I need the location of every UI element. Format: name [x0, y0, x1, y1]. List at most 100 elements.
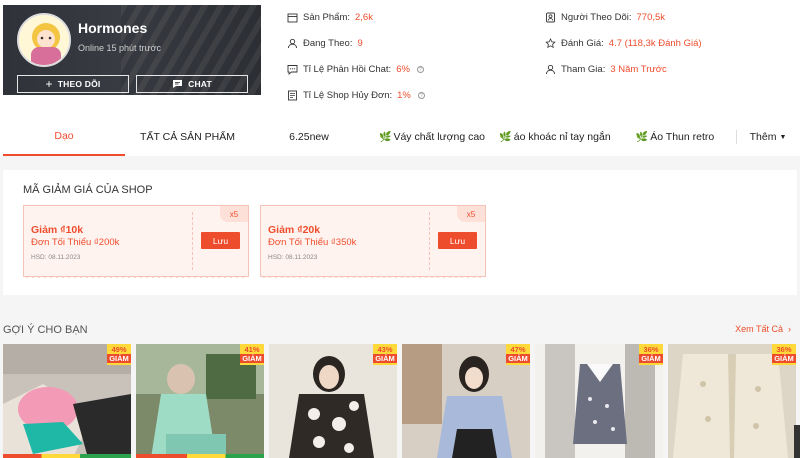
leaf-icon: 🌿 — [379, 131, 392, 143]
discount-badge: 36% GIẢM — [772, 344, 796, 365]
tab-label: TẤT CẢ SẢN PHẨM — [140, 131, 235, 143]
stat-products: Sản Phẩm: 2,6k — [287, 12, 373, 23]
tab-label: 6.25new — [289, 131, 329, 143]
tab-vay-chat-luong-cao[interactable]: 🌿 Váy chất lượng cao — [368, 118, 496, 156]
tab-more[interactable]: Thêm ▼ — [740, 118, 796, 156]
product-card[interactable]: 43% GIẢM — [269, 344, 397, 458]
tab-label: Váy chất lượng cao — [393, 131, 485, 143]
chat-label: CHAT — [188, 79, 212, 89]
plus-icon: + — [45, 77, 53, 91]
see-all-link[interactable]: Xem Tất Cả › — [735, 324, 791, 334]
discount-word: GIẢM — [772, 354, 796, 363]
stat-cancel-rate-value: 1% — [397, 90, 411, 101]
voucher-card: Giảm ₫10k Đơn Tối Thiểu ₫200k HSD: 08.11… — [23, 205, 249, 281]
avatar-illustration — [19, 15, 69, 65]
help-icon[interactable]: ? — [416, 66, 424, 73]
tab-divider — [736, 130, 737, 144]
tab-ao-thun-retro[interactable]: 🌿 Áo Thun retro — [614, 118, 736, 156]
user-icon — [546, 64, 555, 75]
stat-chat-response-value: 6% — [396, 64, 410, 75]
stat-cancel-rate-label: Tỉ Lệ Shop Hủy Đơn: — [303, 90, 393, 101]
discount-word: GIẢM — [506, 354, 530, 363]
product-card[interactable]: 41% GIẢM — [136, 344, 264, 458]
promo-strip — [136, 454, 264, 458]
chat-bubble-icon — [287, 65, 298, 75]
stat-followers: Người Theo Dõi: 770,5k — [545, 12, 665, 23]
product-card[interactable]: 36% GIẢM — [535, 344, 663, 458]
tab-dao[interactable]: Dạo — [3, 118, 125, 156]
stat-joined: Tham Gia: 3 Năm Trước — [545, 64, 667, 75]
voucher-expiry: HSD: 08.11.2023 — [268, 254, 318, 261]
leaf-icon: 🌿 — [635, 131, 649, 143]
shop-tabs: Dạo TẤT CẢ SẢN PHẨM 6.25new 🌿 Váy chất l… — [0, 118, 800, 156]
chat-icon — [173, 80, 183, 88]
stat-products-label: Sản Phẩm: — [303, 12, 350, 23]
save-voucher-button[interactable]: Lưu — [201, 232, 240, 249]
stat-following: Đang Theo: 9 — [287, 38, 363, 49]
stat-rating-value: 4.7 (118,3k Đánh Giá) — [608, 38, 702, 49]
discount-word: GIẢM — [639, 354, 663, 363]
store-icon — [287, 13, 298, 23]
stat-followers-value: 770,5k — [636, 12, 666, 23]
chevron-right-icon: › — [785, 324, 791, 334]
follow-button[interactable]: + THEO DÕI — [17, 75, 129, 93]
tab-all-products[interactable]: TẤT CẢ SẢN PHẨM — [125, 118, 250, 156]
carousel-next-handle[interactable] — [794, 425, 800, 458]
tab-label: áo khoác nỉ tay ngắn — [513, 131, 611, 143]
stat-cancel-rate: Tỉ Lệ Shop Hủy Đơn: 1% ? — [287, 90, 425, 101]
voucher-min-order: Đơn Tối Thiểu ₫200k — [31, 237, 120, 248]
voucher-expiry: HSD: 08.11.2023 — [31, 254, 81, 261]
recommend-title: GỢI Ý CHO BẠN — [3, 324, 88, 336]
voucher-amount: Giảm ₫20k — [268, 224, 321, 236]
tab-625new[interactable]: 6.25new — [250, 118, 368, 156]
stat-chat-response-label: Tỉ Lệ Phản Hồi Chat: — [303, 64, 392, 75]
chat-button[interactable]: CHAT — [136, 75, 248, 93]
save-voucher-button[interactable]: Lưu — [438, 232, 477, 249]
tab-label: Áo Thun retro — [650, 131, 715, 143]
avatar[interactable] — [17, 13, 71, 67]
discount-badge: 47% GIẢM — [506, 344, 530, 365]
shop-header: Hormones Online 15 phút trước + THEO DÕI… — [0, 0, 800, 118]
see-all-label: Xem Tất Cả — [735, 324, 783, 334]
voucher-section: MÃ GIẢM GIÁ CỦA SHOP Giảm ₫10k Đơn Tối T… — [3, 170, 797, 295]
voucher-divider — [429, 212, 430, 270]
followers-icon — [546, 12, 555, 23]
user-icon — [288, 38, 297, 49]
promo-strip — [3, 454, 131, 458]
tab-label: Dạo — [54, 130, 74, 142]
voucher-amount: Giảm ₫10k — [31, 224, 84, 236]
shop-name: Hormones — [78, 20, 148, 36]
voucher-qty-badge: x5 — [220, 206, 248, 222]
discount-word: GIẢM — [107, 354, 131, 363]
voucher-card: Giảm ₫20k Đơn Tối Thiểu ₫350k HSD: 08.11… — [260, 205, 486, 281]
shop-card: Hormones Online 15 phút trước + THEO DÕI… — [3, 5, 261, 95]
stat-joined-value: 3 Năm Trước — [610, 64, 667, 75]
leaf-icon: 🌿 — [499, 131, 512, 143]
stat-following-label: Đang Theo: — [303, 38, 353, 49]
discount-badge: 49% GIẢM — [107, 344, 131, 365]
stat-rating: Đánh Giá: 4.7 (118,3k Đánh Giá) — [545, 38, 702, 49]
voucher-min-order: Đơn Tối Thiểu ₫350k — [268, 237, 357, 248]
discount-word: GIẢM — [373, 354, 397, 363]
discount-badge: 43% GIẢM — [373, 344, 397, 365]
stat-rating-label: Đánh Giá: — [561, 38, 604, 49]
help-icon[interactable]: ? — [417, 92, 425, 99]
stat-followers-label: Người Theo Dõi: — [561, 12, 632, 23]
receipt-icon — [288, 90, 297, 101]
stat-joined-label: Tham Gia: — [561, 64, 606, 75]
online-status: Online 15 phút trước — [78, 43, 161, 53]
follow-label: THEO DÕI — [57, 79, 101, 89]
discount-percent: 36% — [776, 345, 792, 354]
product-card[interactable]: 47% GIẢM — [402, 344, 530, 458]
discount-badge: 41% GIẢM — [240, 344, 264, 365]
voucher-edge — [24, 276, 248, 281]
voucher-section-title: MÃ GIẢM GIÁ CỦA SHOP — [23, 184, 153, 196]
stat-products-value: 2,6k — [355, 12, 373, 23]
tab-ao-khoac[interactable]: 🌿 áo khoác nỉ tay ngắn — [496, 118, 614, 156]
product-card[interactable]: 36% GIẢM — [668, 344, 796, 458]
stat-chat-response: Tỉ Lệ Phản Hồi Chat: 6% ? — [287, 64, 424, 75]
tab-label: Thêm — [749, 131, 777, 143]
discount-percent: 49% — [111, 345, 127, 354]
product-card[interactable]: 49% GIẢM — [3, 344, 131, 458]
discount-word: GIẢM — [240, 354, 264, 363]
